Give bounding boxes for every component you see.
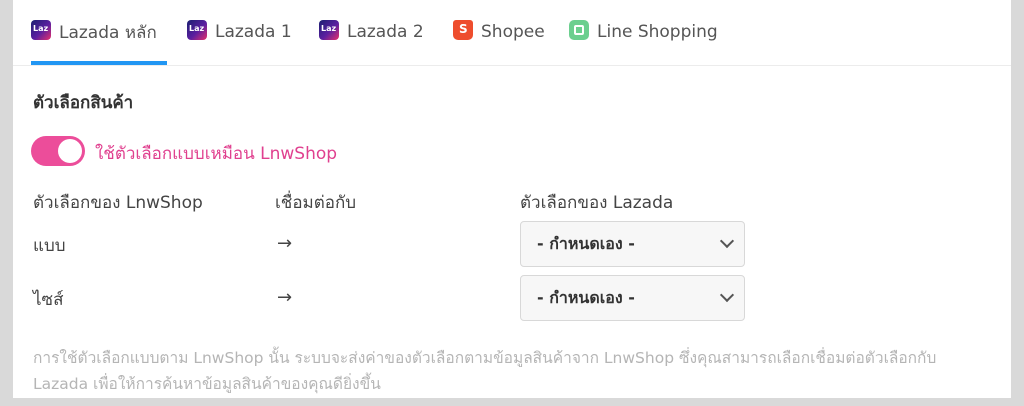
select-value: - กำหนดเอง -: [537, 287, 635, 307]
tab-lazada-1[interactable]: Lazada 1: [187, 14, 292, 50]
settings-card: Lazada หลัก Lazada 1 Lazada 2 Shopee Lin…: [13, 0, 1011, 398]
column-header-connect: เชื่อมต่อกับ: [275, 193, 357, 213]
shopee-bag-icon: [453, 20, 473, 40]
lazada-icon: [31, 20, 51, 40]
marketplace-tabs: Lazada หลัก Lazada 1 Lazada 2 Shopee Lin…: [13, 0, 1011, 66]
tab-label: Line Shopping: [597, 22, 718, 42]
toggle-label: ใช้ตัวเลือกแบบเหมือน LnwShop: [95, 144, 338, 164]
arrow-right-icon: →: [277, 233, 293, 254]
toggle-knob: [58, 139, 82, 163]
tab-label: Lazada 1: [215, 22, 292, 42]
tab-label: Lazada หลัก: [59, 22, 157, 43]
chevron-down-icon: [710, 222, 744, 268]
active-tab-indicator: [31, 61, 167, 65]
arrow-right-icon: →: [277, 287, 293, 308]
tab-lazada-main[interactable]: Lazada หลัก: [31, 14, 157, 50]
select-value: - กำหนดเอง -: [537, 233, 635, 253]
option-row-label: แบบ: [33, 236, 66, 256]
chevron-down-icon: [710, 276, 744, 322]
column-header-lazada: ตัวเลือกของ Lazada: [520, 193, 674, 213]
tab-lazada-2[interactable]: Lazada 2: [319, 14, 424, 50]
lazada-option-select[interactable]: - กำหนดเอง -: [520, 221, 745, 267]
use-lnwshop-options-toggle[interactable]: [31, 136, 85, 166]
tab-shopee[interactable]: Shopee: [453, 14, 545, 50]
section-title: ตัวเลือกสินค้า: [33, 93, 134, 113]
tab-label: Lazada 2: [347, 22, 424, 42]
line-shopping-bag-icon: [569, 20, 589, 40]
help-note: การใช้ตัวเลือกแบบตาม LnwShop นั้น ระบบจะ…: [33, 349, 937, 393]
lazada-icon: [187, 20, 207, 40]
option-row-label: ไซส์: [33, 290, 64, 310]
tab-label: Shopee: [481, 22, 545, 42]
lazada-icon: [319, 20, 339, 40]
tab-line-shopping[interactable]: Line Shopping: [569, 14, 718, 50]
lazada-option-select[interactable]: - กำหนดเอง -: [520, 275, 745, 321]
column-header-lnwshop: ตัวเลือกของ LnwShop: [33, 193, 203, 213]
